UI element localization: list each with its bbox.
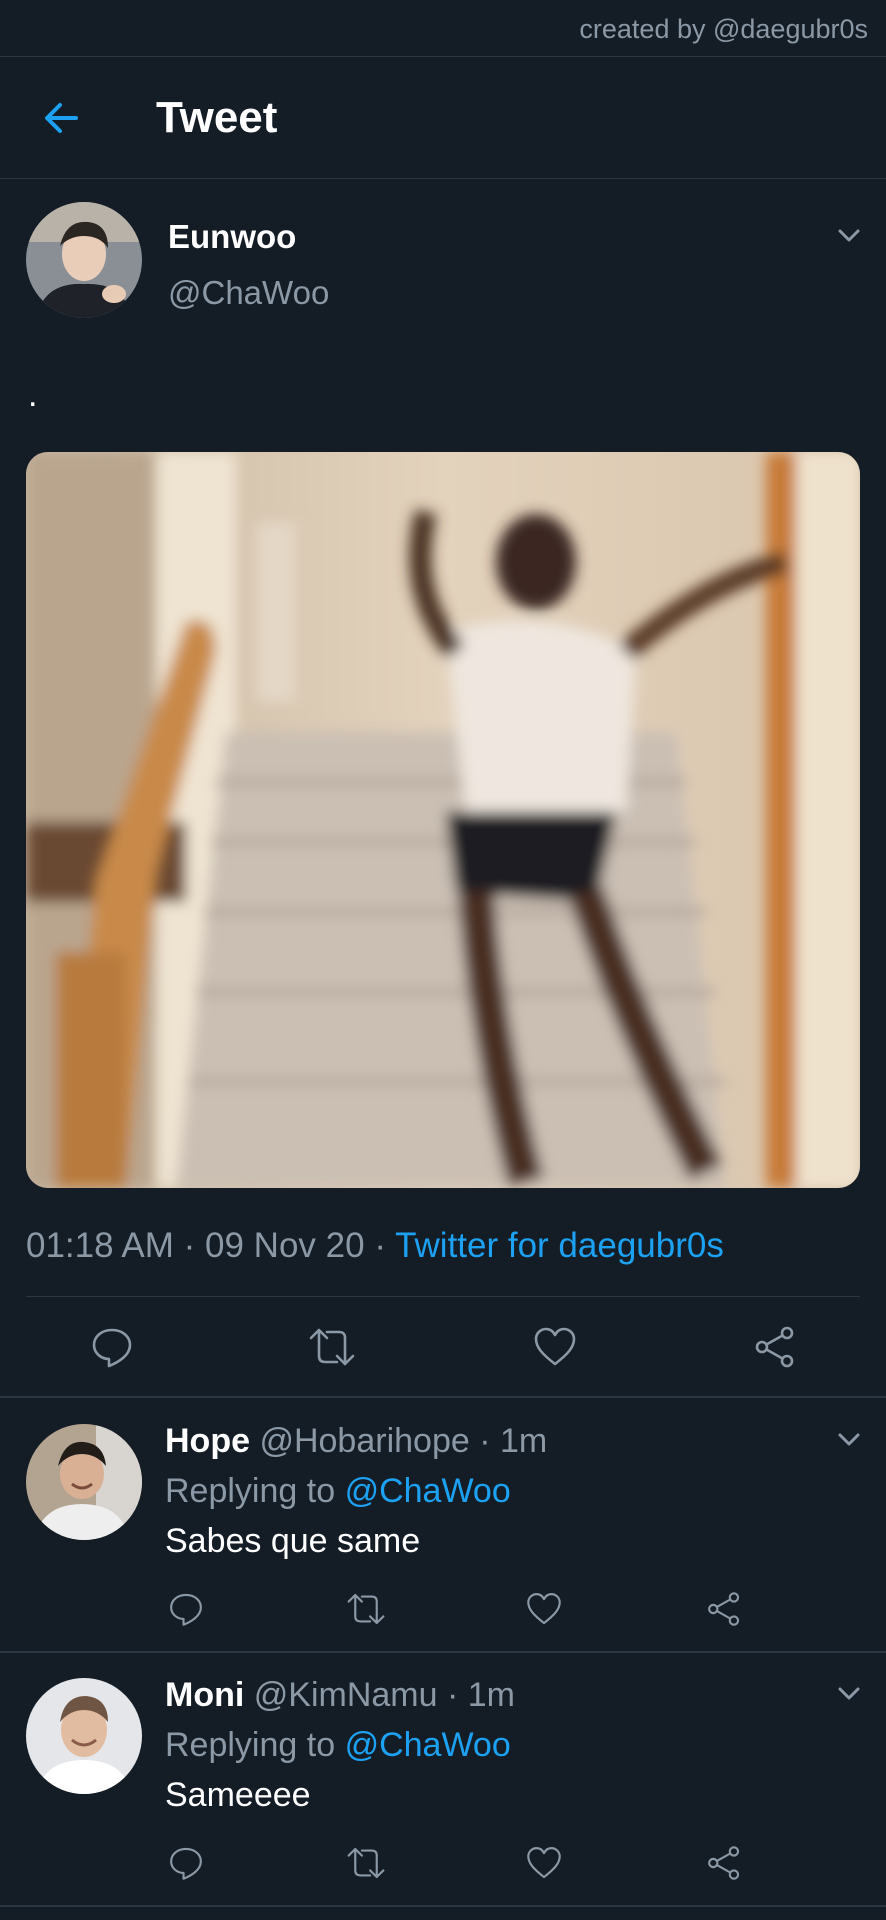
divider: [0, 178, 886, 179]
author-name[interactable]: Eunwoo: [168, 218, 296, 256]
mention-link[interactable]: @ChaWoo: [345, 1726, 511, 1764]
separator: ·: [183, 1226, 196, 1265]
tweet-options-button[interactable]: [832, 218, 866, 252]
share-button[interactable]: [745, 1320, 805, 1374]
watermark-text: created by @daegubr0s: [579, 14, 868, 44]
divider: [0, 1396, 886, 1398]
replying-to-label: Replying to: [165, 1472, 336, 1510]
retweet-button[interactable]: [302, 1320, 362, 1374]
reply-author-handle[interactable]: @Hobarihope: [259, 1422, 469, 1460]
reply-header: Hope @Hobarihope · 1m: [165, 1422, 547, 1461]
retweet-icon: [347, 1847, 385, 1879]
reply-author-name[interactable]: Hope: [165, 1422, 250, 1460]
reply-button[interactable]: [160, 1586, 212, 1632]
reply-button[interactable]: [82, 1320, 142, 1374]
like-button[interactable]: [525, 1320, 585, 1374]
chevron-down-icon: [838, 1687, 860, 1700]
reply-time: · 1m: [446, 1676, 515, 1714]
reply-icon: [170, 1593, 202, 1626]
tweet-media-image[interactable]: [26, 452, 860, 1188]
author-avatar[interactable]: [26, 202, 142, 318]
back-button[interactable]: [36, 93, 86, 143]
retweet-icon: [309, 1328, 355, 1366]
replying-to: Replying to @ChaWoo: [165, 1472, 511, 1511]
like-button[interactable]: [518, 1840, 570, 1886]
reply-time: · 1m: [479, 1422, 548, 1460]
tweet-text: .: [28, 376, 38, 414]
reply-options-button[interactable]: [832, 1676, 866, 1710]
share-button[interactable]: [698, 1840, 750, 1886]
reply-button[interactable]: [160, 1840, 212, 1886]
share-icon: [708, 1846, 740, 1880]
mention-link[interactable]: @ChaWoo: [345, 1472, 511, 1510]
reply-text: Sameeee: [165, 1776, 311, 1814]
divider: [0, 1905, 886, 1907]
reply-options-button[interactable]: [832, 1422, 866, 1456]
reply-author-handle[interactable]: @KimNamu: [254, 1676, 438, 1714]
divider: [0, 1651, 886, 1653]
reply-author-name[interactable]: Moni: [165, 1676, 244, 1714]
retweet-icon: [347, 1593, 385, 1625]
author-handle[interactable]: @ChaWoo: [168, 274, 329, 312]
replying-to: Replying to @ChaWoo: [165, 1726, 511, 1765]
reply-header: Moni @KimNamu · 1m: [165, 1676, 515, 1715]
retweet-button[interactable]: [340, 1840, 392, 1886]
divider: [26, 1296, 860, 1297]
replying-to-label: Replying to: [165, 1726, 336, 1764]
retweet-button[interactable]: [340, 1586, 392, 1632]
share-icon: [708, 1592, 740, 1626]
reply-icon: [92, 1328, 132, 1368]
share-button[interactable]: [698, 1586, 750, 1632]
page-title: Tweet: [156, 93, 278, 142]
tweet-source-link[interactable]: Twitter for daegubr0s: [395, 1226, 724, 1265]
reply-text: Sabes que same: [165, 1522, 421, 1560]
heart-icon: [534, 1327, 576, 1366]
separator: ·: [374, 1226, 386, 1265]
tweet-date: 09 Nov 20: [205, 1226, 365, 1265]
arrow-left-icon: [45, 103, 78, 133]
heart-icon: [527, 1593, 561, 1625]
top-app-bar: Tweet: [0, 57, 886, 177]
reply-avatar[interactable]: [26, 1678, 142, 1794]
heart-icon: [527, 1847, 561, 1879]
tweet-metadata: 01:18 AM · 09 Nov 20 · Twitter for daegu…: [26, 1226, 724, 1266]
reply-avatar[interactable]: [26, 1424, 142, 1540]
share-icon: [755, 1326, 794, 1368]
tweet-time: 01:18 AM: [26, 1226, 174, 1265]
like-button[interactable]: [518, 1586, 570, 1632]
chevron-down-icon: [838, 1433, 860, 1446]
reply-icon: [170, 1847, 202, 1880]
chevron-down-icon: [838, 229, 860, 242]
